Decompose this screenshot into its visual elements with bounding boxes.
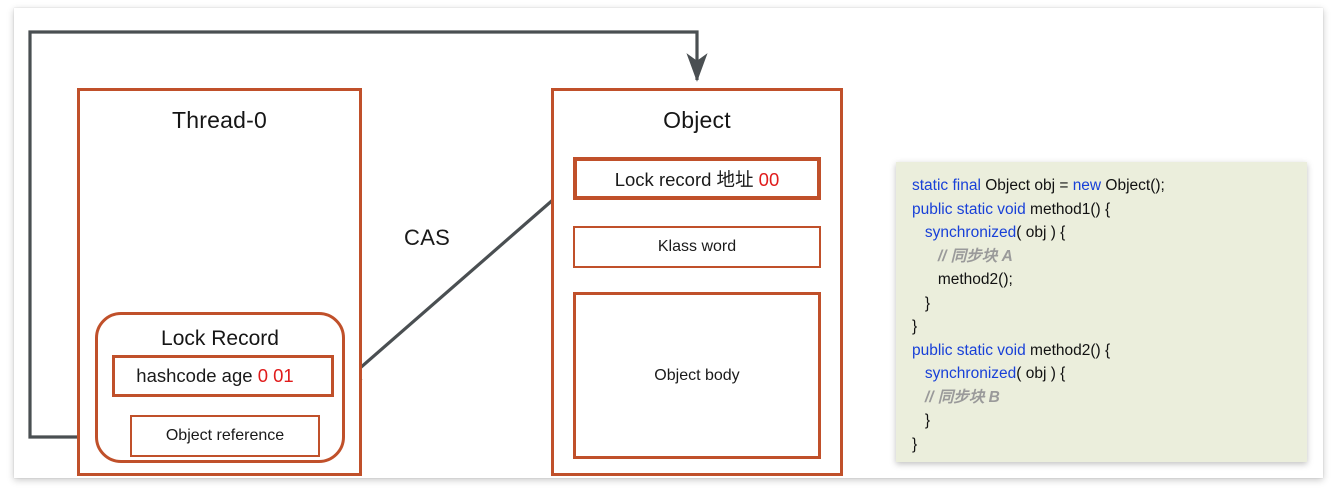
code-line: } [912,436,918,454]
code-line: } [912,294,931,312]
object-lock-record-label: Lock record 地址 00 [614,168,780,190]
hashcode-row: hashcode age 0 01 [112,355,334,397]
hashcode-row-label: hashcode age 0 01 [136,365,294,386]
code-line: } [912,412,931,430]
diagram-canvas: Thread-0 Lock Record hashcode age 0 01 O… [0,0,1337,500]
klass-word-row: Klass word [573,226,821,268]
object-title: Object [663,107,731,133]
object-lock-record-bits: 00 [758,168,780,190]
object-reference-row: Object reference [130,415,320,457]
object-reference-label: Object reference [165,427,285,444]
code-line: method2(); [912,271,1013,289]
cas-label: CAS [404,225,451,250]
code-snippet-panel: static final Object obj = new Object(); p… [896,162,1307,462]
code-line: public static void method2() { [912,341,1111,359]
code-line: static final Object obj = new Object(); [912,177,1165,194]
lock-record-title: Lock Record [161,327,279,350]
klass-word-label: Klass word [657,238,737,255]
object-body-row: Object body [573,292,821,459]
code-line: // 同步块 B [924,388,1000,406]
code-line: synchronized( obj ) { [924,365,1066,383]
code-line: public static void method1() { [912,200,1111,218]
object-body-label: Object body [654,366,740,384]
thread-title: Thread-0 [172,107,267,133]
code-line: } [912,318,918,336]
code-line: synchronized( obj ) { [924,224,1066,242]
object-lock-record-row: Lock record 地址 00 [573,157,821,200]
code-line: // 同步块 A [937,247,1013,265]
hashcode-bits: 0 01 [257,365,294,386]
